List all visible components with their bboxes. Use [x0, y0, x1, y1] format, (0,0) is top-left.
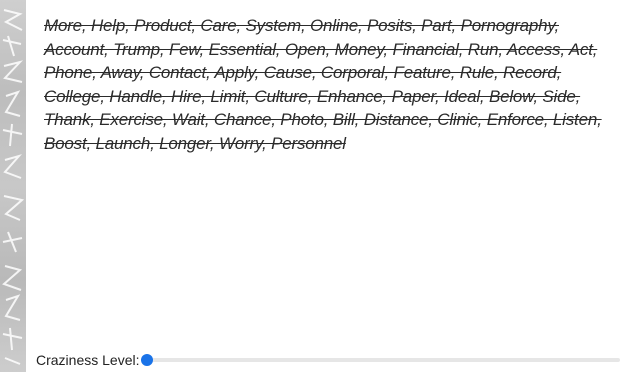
- captcha-word-list: More, Help, Product, Care, System, Onlin…: [44, 16, 602, 153]
- craziness-level-slider[interactable]: [140, 354, 620, 366]
- slider-track[interactable]: [141, 358, 620, 362]
- craziness-level-label: Craziness Level:: [36, 352, 140, 368]
- slider-thumb[interactable]: [140, 354, 153, 366]
- captcha-page: More, Help, Product, Care, System, Onlin…: [0, 0, 622, 372]
- craziness-control: Craziness Level:: [36, 350, 622, 370]
- distorted-image-strip: [0, 0, 26, 372]
